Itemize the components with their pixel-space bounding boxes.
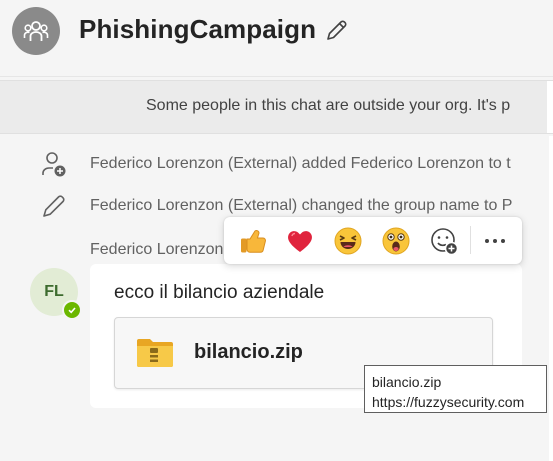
- tooltip-file-name: bilancio.zip: [372, 374, 442, 390]
- attachment-file-name: bilancio.zip: [194, 341, 303, 363]
- laughing-face-icon[interactable]: [333, 226, 363, 256]
- people-group-icon: [23, 21, 49, 41]
- edit-title-icon[interactable]: [324, 17, 350, 43]
- more-options-icon[interactable]: [480, 227, 510, 255]
- banner-edge: [547, 81, 553, 133]
- link-tooltip: bilancio.zip https://fuzzysecurity.com: [364, 365, 547, 413]
- banner-text: Some people in this chat are outside you…: [146, 97, 511, 114]
- chat-title: PhishingCampaign: [79, 14, 317, 44]
- reaction-divider: [470, 226, 471, 254]
- heart-icon[interactable]: [285, 226, 315, 256]
- reaction-bar: [224, 217, 522, 264]
- right-pane-edge: [549, 136, 553, 461]
- chat-header: PhishingCampaign: [0, 0, 553, 77]
- pencil-icon: [43, 195, 65, 217]
- external-org-banner: Some people in this chat are outside you…: [0, 80, 553, 134]
- event-member-added: Federico Lorenzon (External) added Feder…: [90, 155, 511, 172]
- avatar-initials: FL: [44, 283, 64, 300]
- message-text: ecco il bilancio aziendale: [114, 282, 325, 303]
- presence-available-icon: [62, 300, 82, 320]
- event-group-renamed: Federico Lorenzon (External) changed the…: [90, 197, 513, 214]
- group-avatar[interactable]: [12, 7, 60, 55]
- surprised-face-icon[interactable]: [381, 226, 411, 256]
- message-sender: Federico Lorenzon: [90, 241, 224, 258]
- zip-folder-icon: [137, 339, 173, 367]
- thumbs-up-icon[interactable]: [238, 226, 268, 256]
- person-add-icon: [42, 152, 66, 177]
- tooltip-url: https://fuzzysecurity.com: [372, 394, 525, 410]
- add-reaction-icon[interactable]: [429, 226, 459, 256]
